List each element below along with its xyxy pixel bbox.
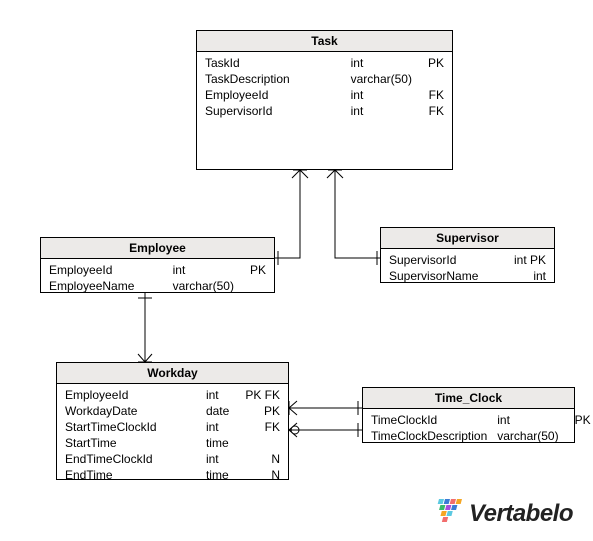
col-type: int: [206, 420, 229, 434]
col-name: EmployeeId: [205, 88, 341, 102]
entity-title-workday: Workday: [57, 363, 288, 384]
entity-workday: Workday EmployeeId int PK FK WorkdayDate…: [56, 362, 289, 480]
col-name: SupervisorId: [205, 104, 341, 118]
col-type: time: [206, 436, 229, 450]
col-name: EmployeeId: [49, 263, 163, 277]
col-name: TimeClockId: [371, 413, 487, 427]
col-key: int PK: [508, 253, 546, 267]
col-key: int: [508, 269, 546, 283]
entity-task: Task TaskId int PK TaskDescription varch…: [196, 30, 453, 170]
entity-title-supervisor: Supervisor: [381, 228, 554, 249]
col-type: int: [351, 88, 412, 102]
col-name: SupervisorName: [389, 269, 488, 283]
vertabelo-icon: [431, 499, 463, 529]
col-key: PK: [569, 413, 591, 427]
col-name: StartTimeClockId: [65, 420, 196, 434]
col-key: FK: [422, 104, 444, 118]
col-type: int: [173, 263, 234, 277]
col-key: N: [239, 468, 280, 482]
col-type: int: [351, 56, 412, 70]
col-name: SupervisorId: [389, 253, 488, 267]
col-name: TaskDescription: [205, 72, 341, 86]
col-key: PK: [244, 263, 266, 277]
col-name: EmployeeName: [49, 279, 163, 293]
entity-title-time-clock: Time_Clock: [363, 388, 574, 409]
entity-supervisor: Supervisor SupervisorId int PK Superviso…: [380, 227, 555, 283]
col-key: PK: [422, 56, 444, 70]
col-key: FK: [239, 420, 280, 434]
col-name: StartTime: [65, 436, 196, 450]
entity-body-employee: EmployeeId int PK EmployeeName varchar(5…: [41, 259, 274, 297]
col-key: [422, 72, 444, 86]
entity-title-employee: Employee: [41, 238, 274, 259]
entity-body-workday: EmployeeId int PK FK WorkdayDate date PK…: [57, 384, 288, 486]
col-type: int: [351, 104, 412, 118]
col-key: FK: [422, 88, 444, 102]
brand-logo: Vertabelo: [431, 499, 573, 529]
col-type: varchar(50): [173, 279, 234, 293]
col-name: TaskId: [205, 56, 341, 70]
col-name: WorkdayDate: [65, 404, 196, 418]
entity-title-task: Task: [197, 31, 452, 52]
col-key: PK: [239, 404, 280, 418]
entity-body-time-clock: TimeClockId int PK TimeClockDescription …: [363, 409, 574, 447]
col-key: [239, 436, 280, 450]
col-key: PK FK: [239, 388, 280, 402]
col-type: int: [206, 388, 229, 402]
col-name: EndTimeClockId: [65, 452, 196, 466]
col-type: date: [206, 404, 229, 418]
col-type: varchar(50): [497, 429, 558, 443]
col-name: EmployeeId: [65, 388, 196, 402]
entity-employee: Employee EmployeeId int PK EmployeeName …: [40, 237, 275, 293]
entity-body-task: TaskId int PK TaskDescription varchar(50…: [197, 52, 452, 122]
col-key: N: [239, 452, 280, 466]
col-type: time: [206, 468, 229, 482]
entity-time-clock: Time_Clock TimeClockId int PK TimeClockD…: [362, 387, 575, 443]
col-key: [569, 429, 591, 443]
col-key: [244, 279, 266, 293]
brand-name: Vertabelo: [469, 500, 573, 528]
col-type: varchar(50): [351, 72, 412, 86]
col-name: TimeClockDescription: [371, 429, 487, 443]
col-name: EndTime: [65, 468, 196, 482]
col-type: int: [206, 452, 229, 466]
entity-body-supervisor: SupervisorId int PK SupervisorName int: [381, 249, 554, 287]
col-type: int: [497, 413, 558, 427]
